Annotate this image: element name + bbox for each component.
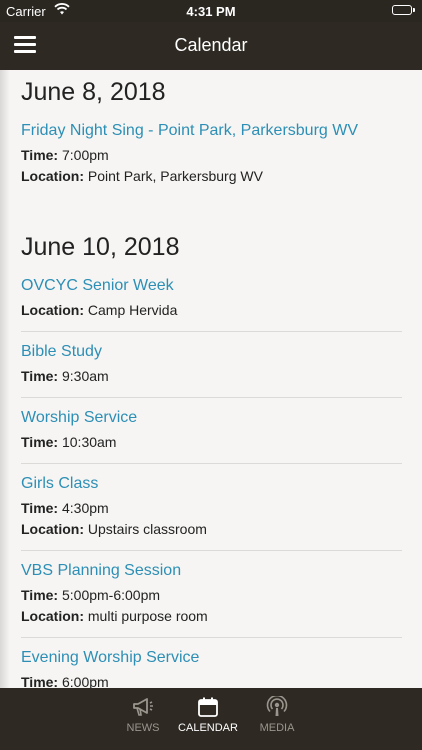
detail-label: Time: bbox=[21, 434, 59, 450]
detail-value: multi purpose room bbox=[84, 608, 208, 624]
event-title-link[interactable]: Worship Service bbox=[21, 408, 402, 428]
date-heading: June 8, 2018 bbox=[21, 78, 166, 106]
detail-value: Point Park, Parkersburg WV bbox=[84, 168, 263, 184]
event-detail: Location: Upstairs classroom bbox=[21, 519, 402, 540]
event-title-link[interactable]: Girls Class bbox=[21, 474, 402, 494]
detail-label: Location: bbox=[21, 302, 84, 318]
detail-label: Location: bbox=[21, 168, 84, 184]
detail-label: Time: bbox=[21, 674, 59, 688]
event-item[interactable]: VBS Planning Session Time: 5:00pm-6:00pm L… bbox=[21, 551, 402, 638]
megaphone-icon bbox=[131, 696, 155, 718]
calendar-list[interactable]: June 8, 2018 Friday Night Sing - Point Pa… bbox=[0, 70, 422, 688]
calendar-icon bbox=[196, 696, 220, 718]
battery-icon bbox=[392, 5, 415, 15]
detail-value: Camp Hervida bbox=[84, 302, 178, 318]
event-title-link[interactable]: Friday Night Sing - Point Park, Parkersb… bbox=[21, 121, 402, 141]
event-detail: Time: 10:30am bbox=[21, 432, 402, 453]
detail-label: Location: bbox=[21, 608, 84, 624]
detail-value: 9:30am bbox=[58, 368, 109, 384]
date-heading: June 10, 2018 bbox=[21, 233, 180, 261]
event-item[interactable]: Girls Class Time: 4:30pm Location: Upstair… bbox=[21, 464, 402, 551]
detail-value: 6:00pm bbox=[58, 674, 109, 688]
event-detail: Time: 7:00pm bbox=[21, 145, 402, 166]
event-list-inner: June 8, 2018 Friday Night Sing - Point Pa… bbox=[21, 70, 402, 688]
status-time: 4:31 PM bbox=[186, 4, 236, 19]
event-title-link[interactable]: VBS Planning Session bbox=[21, 561, 402, 581]
event-detail: Location: multi purpose room bbox=[21, 606, 402, 627]
detail-value: 10:30am bbox=[58, 434, 117, 450]
nav-bar: Calendar bbox=[0, 22, 422, 70]
event-detail: Time: 9:30am bbox=[21, 366, 402, 387]
podcast-icon bbox=[265, 694, 289, 718]
detail-label: Location: bbox=[21, 521, 84, 537]
status-bar: Carrier 4:31 PM bbox=[0, 0, 422, 22]
event-title-link[interactable]: Bible Study bbox=[21, 342, 402, 362]
event-item[interactable]: Evening Worship Service Time: 6:00pm bbox=[21, 638, 402, 688]
tab-news[interactable]: NEWS bbox=[113, 696, 173, 734]
detail-label: Time: bbox=[21, 587, 59, 603]
event-detail: Time: 6:00pm bbox=[21, 672, 402, 688]
event-item[interactable]: Friday Night Sing - Point Park, Parkersb… bbox=[21, 121, 402, 197]
tab-news-label: NEWS bbox=[126, 722, 160, 734]
event-item[interactable]: Bible Study Time: 9:30am bbox=[21, 332, 402, 398]
event-detail: Location: Camp Hervida bbox=[21, 300, 402, 321]
day-spacer bbox=[21, 197, 402, 209]
tab-calendar-label: CALENDAR bbox=[178, 722, 238, 734]
event-detail: Location: Point Park, Parkersburg WV bbox=[21, 166, 402, 187]
event-item[interactable]: Worship Service Time: 10:30am bbox=[21, 398, 402, 464]
detail-value: 5:00pm-6:00pm bbox=[58, 587, 161, 603]
event-detail: Time: 4:30pm bbox=[21, 498, 402, 519]
tab-bar: NEWS CALENDAR MEDIA bbox=[0, 688, 422, 750]
event-title-link[interactable]: Evening Worship Service bbox=[21, 648, 402, 668]
tab-calendar[interactable]: CALENDAR bbox=[178, 696, 238, 734]
tab-media[interactable]: MEDIA bbox=[247, 694, 307, 734]
page-title: Calendar bbox=[174, 35, 248, 55]
day-section: June 8, 2018 Friday Night Sing - Point Pa… bbox=[21, 70, 402, 209]
detail-label: Time: bbox=[21, 147, 59, 163]
detail-value: 7:00pm bbox=[58, 147, 109, 163]
detail-value: 4:30pm bbox=[58, 500, 109, 516]
detail-label: Time: bbox=[21, 368, 59, 384]
detail-label: Time: bbox=[21, 500, 59, 516]
tab-media-label: MEDIA bbox=[259, 722, 295, 734]
event-item[interactable]: OVCYC Senior Week Location: Camp Hervida bbox=[21, 276, 402, 332]
event-detail: Time: 5:00pm-6:00pm bbox=[21, 585, 402, 606]
event-title-link[interactable]: OVCYC Senior Week bbox=[21, 276, 402, 296]
detail-value: Upstairs classroom bbox=[84, 521, 207, 537]
day-section: June 10, 2018 OVCYC Senior Week Location: … bbox=[21, 209, 402, 688]
